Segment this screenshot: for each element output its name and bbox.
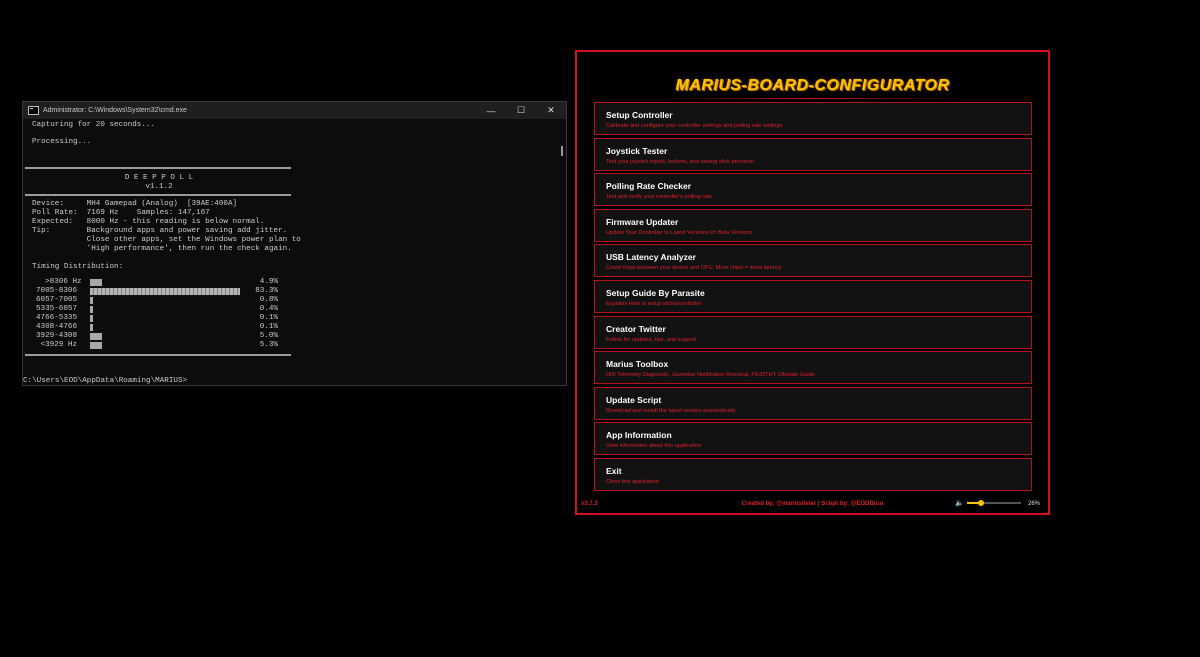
distribution-bar <box>90 324 93 331</box>
menu-item-update-script[interactable]: Update Script Download and install the la… <box>594 386 1032 420</box>
menu-item-marius-toolbox[interactable]: Marius Toolbox HID Telemetry Diagnostic, … <box>594 351 1032 385</box>
close-button[interactable]: ✕ <box>536 102 566 119</box>
info-line-expected: Expected: 8000 Hz - this reading is belo… <box>32 218 265 226</box>
distribution-percent: 5.3% <box>259 341 278 349</box>
configurator-window: MARIUS-BOARD-CONFIGURATOR Setup Controll… <box>575 50 1050 515</box>
menu-item-description: Explains How to setup sticks/controller <box>606 301 702 307</box>
menu-item-exit[interactable]: Exit Close this application <box>594 458 1032 491</box>
timing-heading: Timing Distribution: <box>32 263 124 271</box>
processing-line: Processing... <box>32 138 92 146</box>
distribution-range-label: >8306 Hz <box>36 278 82 286</box>
command-prompt[interactable]: C:\Users\EOD\AppData\Roaming\MARIUS> <box>23 377 187 386</box>
distribution-bar <box>90 279 102 286</box>
distribution-percent: 0.1% <box>259 323 278 331</box>
menu-item-label: Firmware Updater <box>606 216 679 227</box>
menu-item-setup-controller[interactable]: Setup Controller Calibrate and configure … <box>594 102 1032 135</box>
menu-item-setup-guide-by-parasite[interactable]: Setup Guide By Parasite Explains How to s… <box>594 280 1032 313</box>
menu-item-joystick-tester[interactable]: Joystick Tester Test your joystick inputs… <box>594 137 1032 171</box>
distribution-range-label: 4766-5335 <box>36 314 78 322</box>
volume-slider[interactable] <box>967 500 1021 506</box>
distribution-bar <box>90 342 102 349</box>
menu-item-description: Test and verify your controller's pollin… <box>606 194 712 201</box>
info-line-poll-rate: Poll Rate: 7169 Hz Samples: 147,167 <box>32 209 210 217</box>
menu-item-description: Calibrate and configure your controller … <box>606 123 783 129</box>
distribution-bar <box>90 288 240 295</box>
distribution-rule <box>25 354 291 356</box>
distribution-bar <box>90 333 102 340</box>
cmd-window-title: Administrator: C:\Windows\System32\cmd.e… <box>43 107 187 114</box>
menu-item-description: Count chips between your device and CPU.… <box>606 265 782 272</box>
info-line-tip-2: Close other apps, set the Windows power … <box>32 236 301 244</box>
banner-rule-top <box>25 167 291 169</box>
menu-item-label: Joystick Tester <box>606 145 668 156</box>
distribution-percent: 4.9% <box>259 278 278 286</box>
distribution-percent: 0.1% <box>259 314 278 322</box>
menu-item-description: HID Telemetry Diagnostic, Gamebar Notifi… <box>606 372 815 379</box>
distribution-bar <box>90 297 93 304</box>
menu-item-label: Creator Twitter <box>606 323 666 334</box>
info-line-device: Device: MH4 Gamepad (Analog) [39AE:400A] <box>32 200 238 208</box>
terminal-icon <box>28 106 39 115</box>
menu-item-description: View information about this application <box>606 443 702 450</box>
distribution-percent: 0.8% <box>259 296 278 304</box>
menu-item-label: USB Latency Analyzer <box>606 252 696 263</box>
menu-item-app-information[interactable]: App Information View information about th… <box>594 422 1032 456</box>
banner-rule-bottom <box>25 194 291 196</box>
minimize-button[interactable]: — <box>476 102 506 119</box>
menu-item-description: Download and install the latest version … <box>606 407 736 414</box>
cmd-window: Administrator: C:\Windows\System32\cmd.e… <box>22 101 567 386</box>
cmd-output[interactable]: Capturing for 20 seconds... Processing..… <box>23 119 566 385</box>
distribution-range-label: 4308-4766 <box>36 323 78 331</box>
menu-item-firmware-updater[interactable]: Firmware Updater Update Your Controller t… <box>594 208 1032 242</box>
volume-percent: 26% <box>1027 501 1040 507</box>
distribution-range-label: 5335-6057 <box>36 305 78 313</box>
menu-item-description: Update Your Controller to Latest Version… <box>606 229 753 236</box>
banner-version: v1.1.2 <box>145 183 173 191</box>
menu-item-label: Setup Guide By Parasite <box>606 288 705 298</box>
banner-title: D E E P P O L L <box>124 174 194 182</box>
menu-item-description: Follow for updates, tips, and support <box>606 336 697 343</box>
capturing-line: Capturing for 20 seconds... <box>32 121 156 129</box>
distribution-range-label: 3929-4308 <box>36 332 78 340</box>
menu-item-label: Exit <box>606 466 622 476</box>
distribution-range-label: <3929 Hz <box>36 341 78 349</box>
menu-item-usb-latency-analyzer[interactable]: USB Latency Analyzer Count chips between … <box>594 244 1032 278</box>
menu-item-creator-twitter[interactable]: Creator Twitter Follow for updates, tips,… <box>594 315 1032 349</box>
info-line-tip-3: 'High performance', then run the check a… <box>32 245 292 253</box>
menu-item-description: Test your joystick inputs, buttons, and … <box>606 158 754 165</box>
menu-item-polling-rate-checker[interactable]: Polling Rate Checker Test and verify your… <box>594 173 1032 207</box>
info-line-tip: Tip: Background apps and power saving ad… <box>32 227 288 235</box>
distribution-percent: 5.0% <box>259 332 278 340</box>
app-title: MARIUS-BOARD-CONFIGURATOR <box>675 77 950 94</box>
distribution-range-label: 7005-8306 <box>36 287 78 295</box>
speaker-icon[interactable]: 🔈 <box>955 499 964 507</box>
title-underline <box>667 98 958 99</box>
distribution-range-label: 6057-7005 <box>36 296 78 304</box>
distribution-percent: 83.3% <box>255 287 278 295</box>
cmd-titlebar[interactable]: Administrator: C:\Windows\System32\cmd.e… <box>23 102 566 119</box>
menu-item-label: Setup Controller <box>606 110 673 120</box>
menu-item-label: Update Script <box>606 394 662 405</box>
menu-item-label: Polling Rate Checker <box>606 181 692 192</box>
menu-item-label: Marius Toolbox <box>606 359 669 370</box>
distribution-bar <box>90 306 93 313</box>
volume-slider-handle[interactable] <box>978 500 985 506</box>
scrollbar-thumb[interactable] <box>561 146 563 156</box>
menu-item-label: App Information <box>606 430 672 441</box>
maximize-button[interactable]: ☐ <box>506 102 536 119</box>
menu-item-description: Close this application <box>606 479 659 485</box>
distribution-bar <box>90 315 93 322</box>
distribution-percent: 0.4% <box>259 305 278 313</box>
